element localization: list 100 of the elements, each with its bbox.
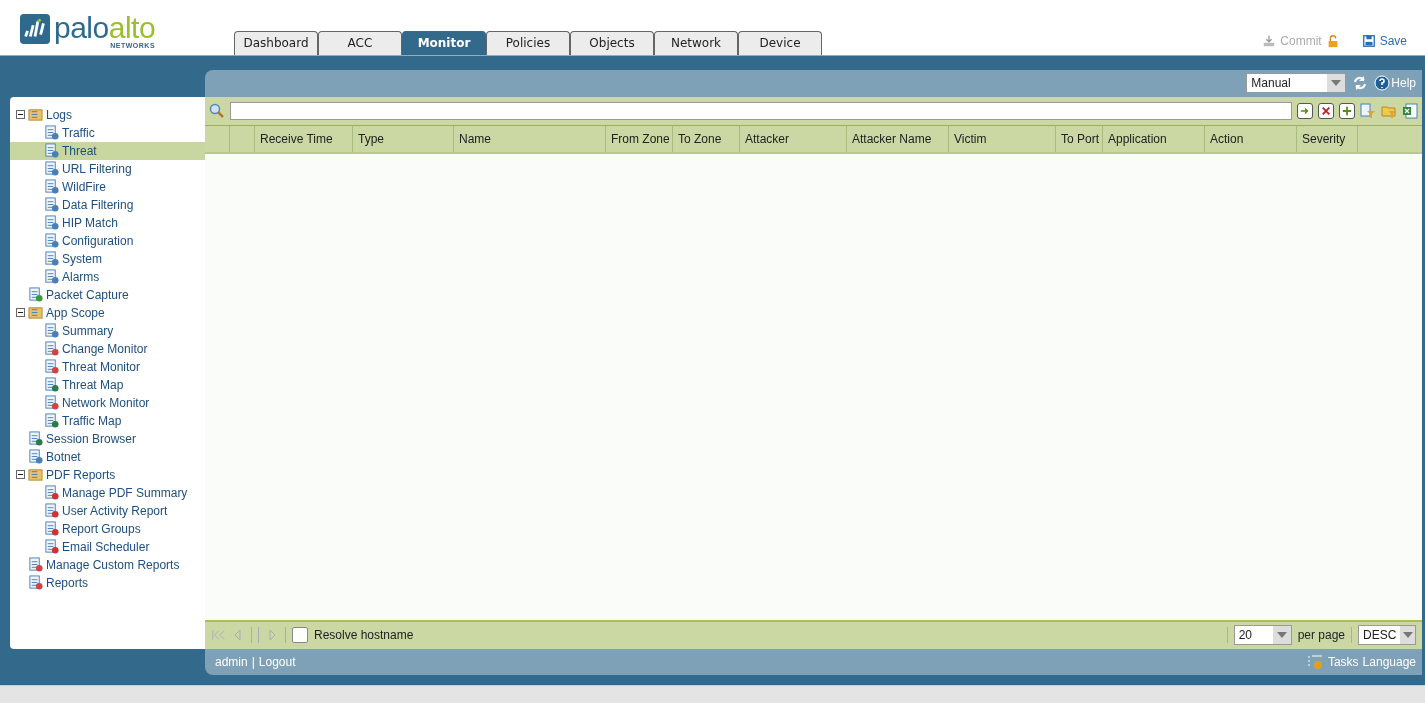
column-header[interactable]: Attacker [740, 125, 847, 152]
tree-node-icon [44, 521, 59, 537]
tree-item[interactable]: Manage PDF Summary [10, 483, 205, 502]
column-header[interactable]: To Zone [673, 125, 740, 152]
tree-node-icon [28, 305, 43, 321]
tree-item[interactable]: App Scope [10, 303, 205, 322]
tree-node-icon [44, 341, 59, 357]
column-header[interactable]: Severity [1297, 125, 1358, 152]
tree-item[interactable]: Alarms [10, 267, 205, 286]
tree-item[interactable]: Network Monitor [10, 393, 205, 412]
spreadsheet-icon[interactable] [1402, 102, 1418, 119]
separator: | [251, 654, 255, 669]
search-icon [209, 102, 225, 119]
tree-node-icon [44, 503, 59, 519]
tree-node-icon [44, 215, 59, 231]
tree-node-icon [44, 323, 59, 339]
tree-node-icon [44, 143, 59, 159]
tree-item[interactable]: Packet Capture [10, 285, 205, 304]
tree-item[interactable]: Traffic Map [10, 411, 205, 430]
tree-item[interactable]: Threat Monitor [10, 357, 205, 376]
caret-icon [1402, 632, 1413, 639]
column-header[interactable]: Name [454, 125, 606, 152]
refresh-icon[interactable] [1352, 75, 1369, 92]
tree-node-icon [44, 251, 59, 267]
column-header[interactable]: Receive Time [255, 125, 353, 152]
tree-item[interactable]: Threat Map [10, 375, 205, 394]
collapse-toggle[interactable] [16, 110, 25, 120]
tree-item[interactable]: Traffic [10, 123, 205, 142]
column-header[interactable]: Attacker Name [847, 125, 949, 152]
plus-icon [1342, 105, 1352, 116]
tree-item[interactable]: Configuration [10, 231, 205, 250]
column-header[interactable]: Victim [949, 125, 1056, 152]
tree-node-icon [44, 359, 59, 375]
nav-tab[interactable]: Device [738, 30, 822, 55]
collapse-toggle[interactable] [16, 470, 25, 480]
tree-item[interactable]: Manage Custom Reports [10, 555, 205, 574]
search-field[interactable] [230, 101, 1292, 120]
tree-item[interactable]: PDF Reports [10, 465, 205, 484]
tree-item[interactable]: User Activity Report [10, 501, 205, 520]
filter-icon[interactable] [1360, 102, 1376, 119]
column-header[interactable]: Application [1103, 125, 1205, 152]
upload-icon [1262, 34, 1277, 48]
tree-item[interactable]: System [10, 249, 205, 268]
logo-icon [20, 14, 50, 44]
tree-node-icon [28, 287, 43, 303]
tree-item[interactable]: Botnet [10, 447, 205, 466]
caret-icon [1331, 80, 1342, 87]
per-page-label: per page [1297, 628, 1345, 643]
caret-icon [1276, 632, 1287, 639]
tree-node-icon [44, 125, 59, 141]
tree-node-icon [44, 161, 59, 177]
nav-tab[interactable]: Objects [570, 30, 654, 55]
tree-item[interactable]: HIP Match [10, 213, 205, 232]
tree-node-icon [44, 413, 59, 429]
tree-node-icon [28, 449, 43, 465]
tree-node-icon [28, 107, 43, 123]
sort-order-select[interactable]: DESC [1358, 625, 1416, 646]
column-header[interactable]: To Port [1056, 125, 1103, 152]
tree-item[interactable]: Threat [10, 141, 205, 160]
checkbox-label: Resolve hostname [314, 628, 414, 643]
arrow-right-icon [1300, 105, 1310, 116]
logo-wordmark: paloalto [54, 14, 156, 42]
tree-node-icon [28, 557, 43, 573]
page-size-select[interactable]: 20 [1233, 625, 1292, 646]
add-filter-button[interactable] [1339, 102, 1355, 119]
tree-item[interactable]: Session Browser [10, 429, 205, 448]
tree-node-icon [44, 485, 59, 501]
collapse-toggle[interactable] [16, 308, 25, 318]
column-header[interactable]: Action [1205, 125, 1297, 152]
tree-item[interactable]: Email Scheduler [10, 537, 205, 556]
tree-item[interactable]: Summary [10, 321, 205, 340]
tree-node-icon [44, 395, 59, 411]
column-header[interactable]: Type [353, 125, 454, 152]
tree-node-icon [44, 269, 59, 285]
close-icon [1321, 105, 1331, 116]
tree-item[interactable]: Data Filtering [10, 195, 205, 214]
tree-item[interactable]: URL Filtering [10, 159, 205, 178]
column-header[interactable]: From Zone [606, 125, 673, 152]
tree-node-icon [44, 539, 59, 555]
nav-tab[interactable]: Network [654, 30, 738, 55]
nav-tab[interactable]: Policies [486, 30, 570, 55]
tree-node-icon [28, 467, 43, 483]
clear-filter-button[interactable] [1318, 102, 1334, 119]
tree-node-icon [44, 233, 59, 249]
tree-node-icon [44, 377, 59, 393]
tree-item[interactable]: Reports [10, 573, 205, 592]
tree-node-icon [44, 179, 59, 195]
tree-item[interactable]: Report Groups [10, 519, 205, 538]
tree-item[interactable]: Change Monitor [10, 339, 205, 358]
tree-item[interactable]: WildFire [10, 177, 205, 196]
tree-item[interactable]: Logs [10, 105, 205, 124]
nav-tab[interactable]: Monitor [402, 30, 486, 55]
checkbox[interactable] [292, 627, 308, 644]
tree-node-icon [44, 197, 59, 213]
nav-tab[interactable]: ACC [318, 30, 402, 55]
tree-node-icon [28, 575, 43, 591]
refresh-select[interactable]: Manual [1246, 73, 1347, 94]
nav-tab[interactable]: Dashboard [234, 30, 318, 55]
apply-filter-button[interactable] [1297, 102, 1313, 119]
action-link[interactable]: Save [1379, 34, 1407, 48]
